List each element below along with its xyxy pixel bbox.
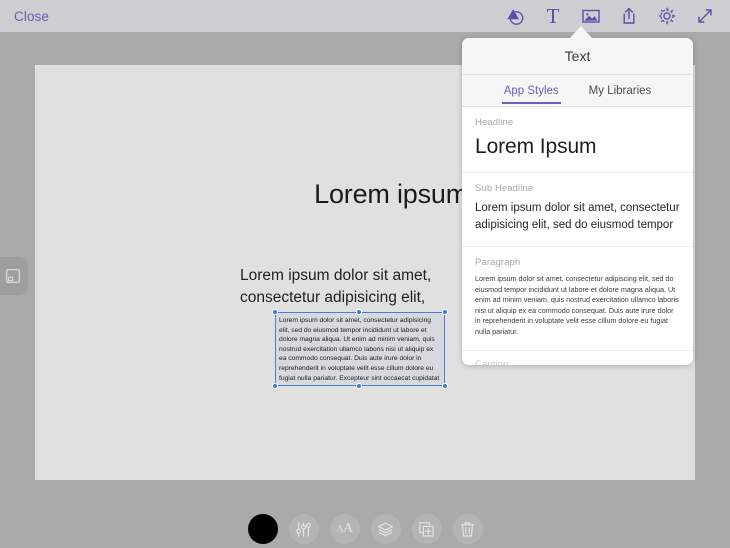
bottom-toolbar: AA xyxy=(0,510,730,548)
shape-tool-icon[interactable] xyxy=(504,5,526,27)
top-toolbar: Close T xyxy=(0,0,730,32)
selected-text-body[interactable]: Lorem ipsum dolor sit amet, consectetur … xyxy=(279,316,441,383)
style-preview: Lorem ipsum dolor sit amet, consectetur … xyxy=(475,200,680,234)
style-item-headline[interactable]: Headline Lorem Ipsum xyxy=(462,107,693,173)
image-tool-icon[interactable] xyxy=(580,5,602,27)
aa-glyph: AA xyxy=(336,522,352,536)
resize-handle-bottom-right[interactable] xyxy=(442,383,448,389)
app-root: Close T xyxy=(0,0,730,548)
text-tool-icon[interactable]: T xyxy=(542,5,564,27)
text-styles-popover: Text App Styles My Libraries Headline Lo… xyxy=(462,38,693,365)
adjustments-sliders-icon[interactable] xyxy=(289,514,319,544)
style-item-partial[interactable]: Caption xyxy=(462,351,693,365)
resize-handle-top-right[interactable] xyxy=(442,309,448,315)
tab-app-styles[interactable]: App Styles xyxy=(502,75,561,106)
share-icon[interactable] xyxy=(618,5,640,27)
selected-text-box[interactable]: Lorem ipsum dolor sit amet, consectetur … xyxy=(275,312,445,386)
close-button[interactable]: Close xyxy=(14,9,49,24)
font-size-aa-icon[interactable]: AA xyxy=(330,514,360,544)
popover-tabs: App Styles My Libraries xyxy=(462,75,693,107)
trash-icon[interactable] xyxy=(453,514,483,544)
style-label: Paragraph xyxy=(475,257,680,268)
style-list[interactable]: Headline Lorem Ipsum Sub Headline Lorem … xyxy=(462,107,693,365)
style-label: Caption xyxy=(475,359,680,365)
resize-handle-bottom-left[interactable] xyxy=(272,383,278,389)
canvas-title-text[interactable]: Lorem ipsum xyxy=(273,179,468,210)
resize-handle-top-center[interactable] xyxy=(356,309,362,315)
popover-title: Text xyxy=(462,38,693,75)
popover-notch xyxy=(570,26,592,38)
style-item-sub-headline[interactable]: Sub Headline Lorem ipsum dolor sit amet,… xyxy=(462,173,693,247)
style-preview: Lorem Ipsum xyxy=(475,134,680,160)
expand-arrows-icon[interactable] xyxy=(694,5,716,27)
settings-gear-icon[interactable] xyxy=(656,5,678,27)
artboard-panel-tab[interactable] xyxy=(0,257,28,295)
style-preview: Lorem ipsum dolor sit amet, consectetur … xyxy=(475,274,680,338)
style-label: Sub Headline xyxy=(475,183,680,194)
style-item-paragraph[interactable]: Paragraph Lorem ipsum dolor sit amet, co… xyxy=(462,247,693,351)
tab-my-libraries[interactable]: My Libraries xyxy=(587,75,654,106)
resize-handle-top-left[interactable] xyxy=(272,309,278,315)
duplicate-icon[interactable] xyxy=(412,514,442,544)
layers-icon[interactable] xyxy=(371,514,401,544)
artboard-icon xyxy=(5,268,21,284)
style-label: Headline xyxy=(475,117,680,128)
resize-handle-bottom-center[interactable] xyxy=(356,383,362,389)
color-swatch-button[interactable] xyxy=(248,514,278,544)
tool-icon-group: T xyxy=(504,5,716,27)
canvas-subtitle-text[interactable]: Lorem ipsum dolor sit amet, consectetur … xyxy=(240,265,468,309)
